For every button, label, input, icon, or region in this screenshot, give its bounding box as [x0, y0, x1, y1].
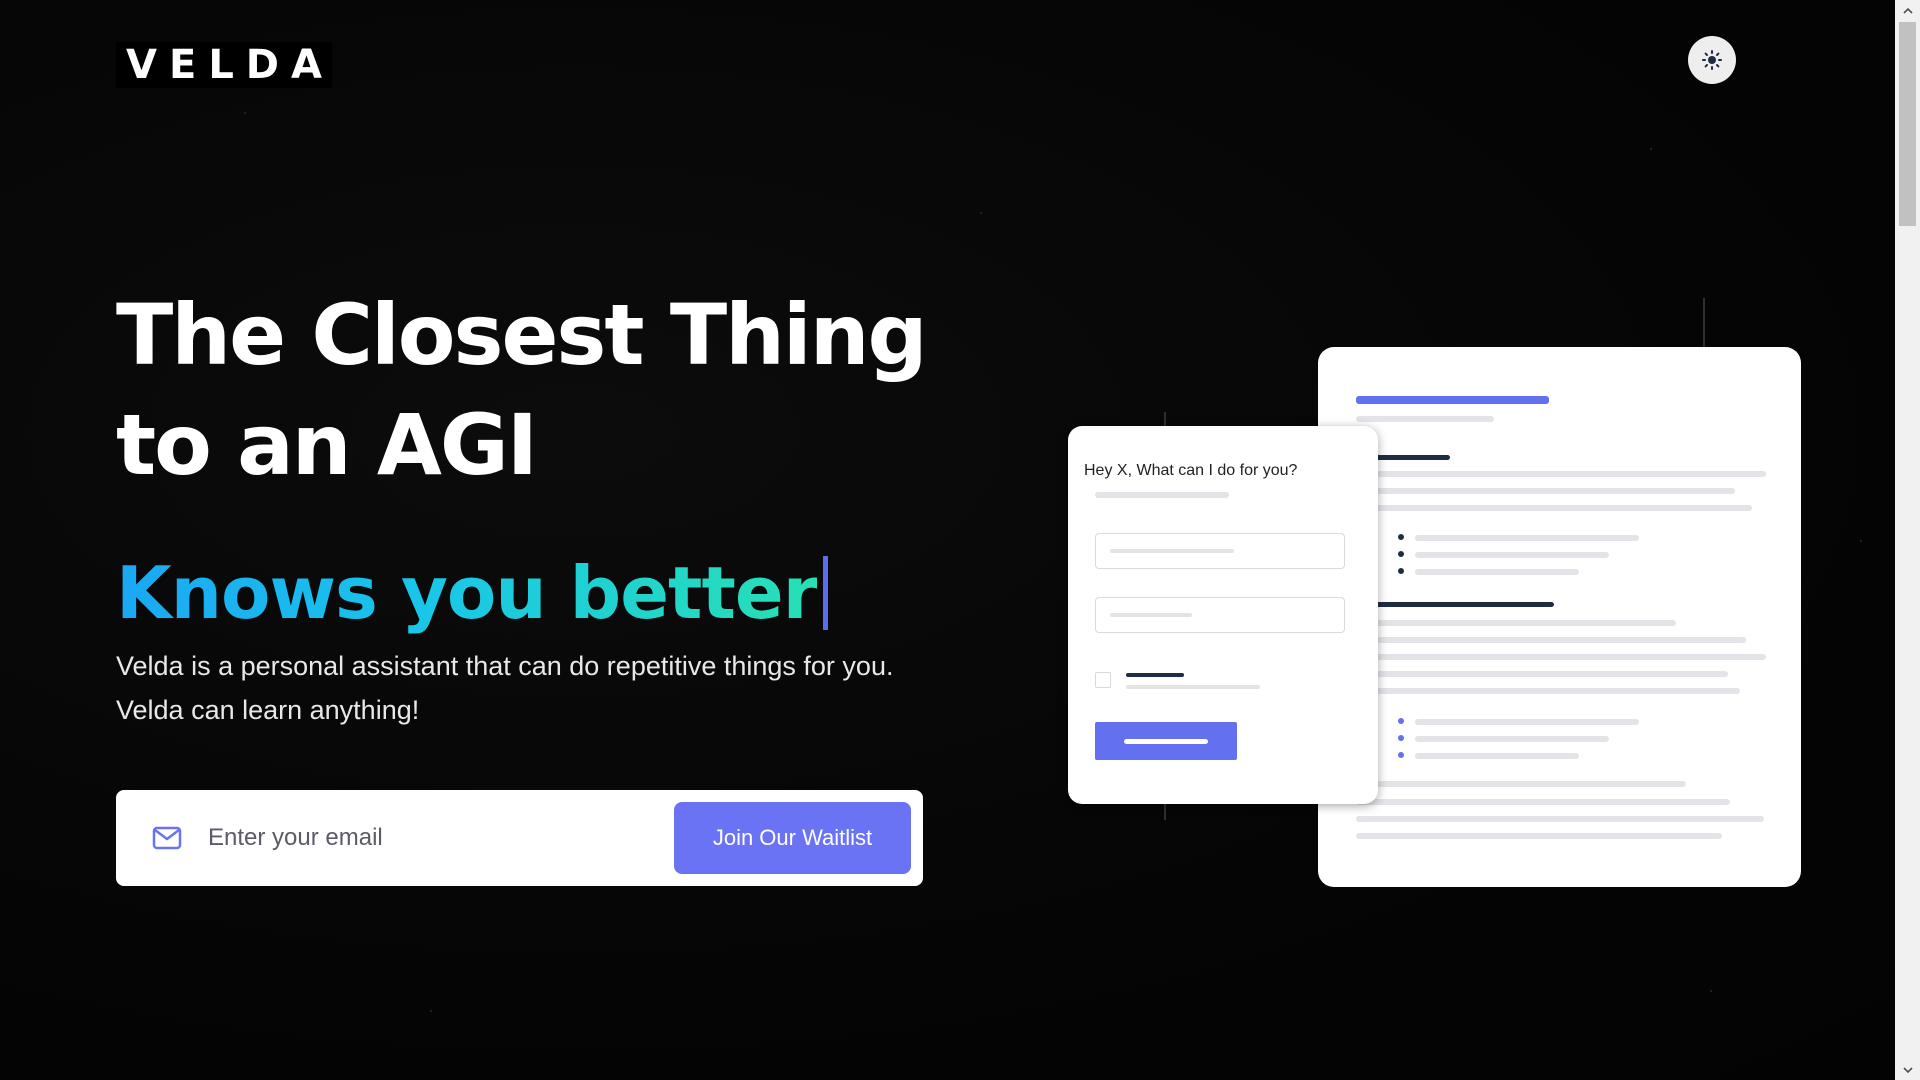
chat-line: [1095, 492, 1229, 498]
hero-headline: The Closest Thing to an AGI: [116, 280, 996, 500]
doc-line: [1376, 505, 1752, 511]
scroll-up-arrow[interactable]: [1895, 0, 1920, 20]
doc-heading-bar: [1376, 602, 1554, 607]
mail-icon: [152, 826, 182, 850]
hero-tagline: Knows you better: [116, 548, 829, 638]
doc-line: [1376, 688, 1740, 694]
doc-line: [1376, 637, 1746, 643]
scroll-thumb[interactable]: [1899, 22, 1916, 226]
mock-input-field: [1095, 597, 1345, 633]
doc-line: [1376, 620, 1676, 626]
background-speck: [980, 212, 982, 214]
decorative-line: [1703, 298, 1705, 348]
bullet-dot: [1398, 718, 1404, 724]
scroll-down-arrow[interactable]: [1895, 1060, 1920, 1080]
doc-heading-bar: [1376, 455, 1450, 460]
logo-text: VELDA: [126, 42, 334, 88]
doc-line: [1415, 753, 1579, 759]
bullet-dot: [1398, 551, 1404, 557]
doc-line: [1415, 569, 1579, 575]
doc-line: [1376, 671, 1728, 677]
doc-line: [1376, 488, 1735, 494]
bullet-dot: [1398, 534, 1404, 540]
tagline-text: Knows you better: [116, 548, 818, 638]
page-scrollbar[interactable]: [1895, 0, 1920, 1080]
document-card: [1318, 347, 1801, 887]
hero-illustration: Hey X, What can I do for you?: [0, 0, 1920, 1080]
checkbox-label-bar: [1126, 673, 1184, 677]
background-speck: [244, 112, 246, 114]
field-placeholder-line: [1110, 549, 1234, 553]
field-placeholder-line: [1110, 613, 1192, 617]
bullet-dot: [1398, 752, 1404, 758]
sun-icon: [1702, 50, 1722, 70]
bullet-dot: [1398, 568, 1404, 574]
waitlist-form: Join Our Waitlist: [116, 790, 923, 886]
mock-checkbox: [1095, 672, 1111, 688]
doc-line: [1356, 833, 1722, 839]
doc-line: [1376, 471, 1766, 477]
background-speck: [1860, 540, 1862, 542]
doc-line: [1356, 816, 1764, 822]
mock-button-label-line: [1124, 739, 1208, 744]
landing-page: VELDA The Closest Thing to an AGI Knows …: [0, 0, 1920, 1080]
doc-line: [1356, 799, 1730, 805]
doc-title-bar: [1356, 396, 1549, 404]
decorative-line: [1164, 412, 1166, 432]
doc-line: [1356, 781, 1686, 787]
chevron-up-icon: [1902, 7, 1913, 14]
headline-line-2: to an AGI: [116, 396, 538, 494]
theme-toggle-button[interactable]: [1688, 36, 1736, 84]
email-input[interactable]: [206, 823, 650, 853]
background-speck: [1650, 148, 1652, 150]
doc-line: [1415, 736, 1609, 742]
decorative-line: [1164, 800, 1166, 820]
doc-line: [1415, 719, 1639, 725]
chat-prompt: Hey X, What can I do for you?: [1084, 462, 1298, 479]
chat-card: Hey X, What can I do for you?: [1068, 426, 1378, 804]
doc-line: [1376, 654, 1766, 660]
checkbox-label-line: [1126, 685, 1260, 689]
chevron-down-icon: [1902, 1066, 1913, 1073]
doc-line: [1415, 535, 1639, 541]
typing-caret: [823, 556, 829, 630]
doc-line: [1415, 552, 1609, 558]
background-speck: [430, 1010, 432, 1012]
hero-description: Velda is a personal assistant that can d…: [116, 651, 894, 725]
bullet-dot: [1398, 735, 1404, 741]
mock-submit-button: [1095, 722, 1237, 760]
headline-line-1: The Closest Thing: [116, 286, 928, 384]
doc-line: [1356, 416, 1494, 422]
background-speck: [1710, 990, 1712, 992]
velda-logo[interactable]: VELDA: [116, 42, 332, 88]
join-waitlist-button[interactable]: Join Our Waitlist: [674, 802, 911, 874]
mock-input-field: [1095, 533, 1345, 569]
